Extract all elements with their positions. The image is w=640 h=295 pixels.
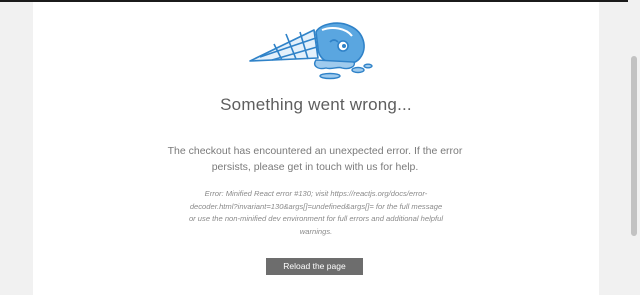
error-message: The checkout has encountered an unexpect…: [167, 145, 463, 173]
scrollbar-thumb[interactable]: [631, 56, 637, 236]
error-detail-text: Error: Minified React error #130; visit …: [188, 189, 444, 236]
dropped-ice-cream-icon: [249, 22, 373, 80]
reload-page-button[interactable]: Reload the page: [266, 258, 363, 275]
error-title: Something went wrong...: [220, 95, 412, 114]
